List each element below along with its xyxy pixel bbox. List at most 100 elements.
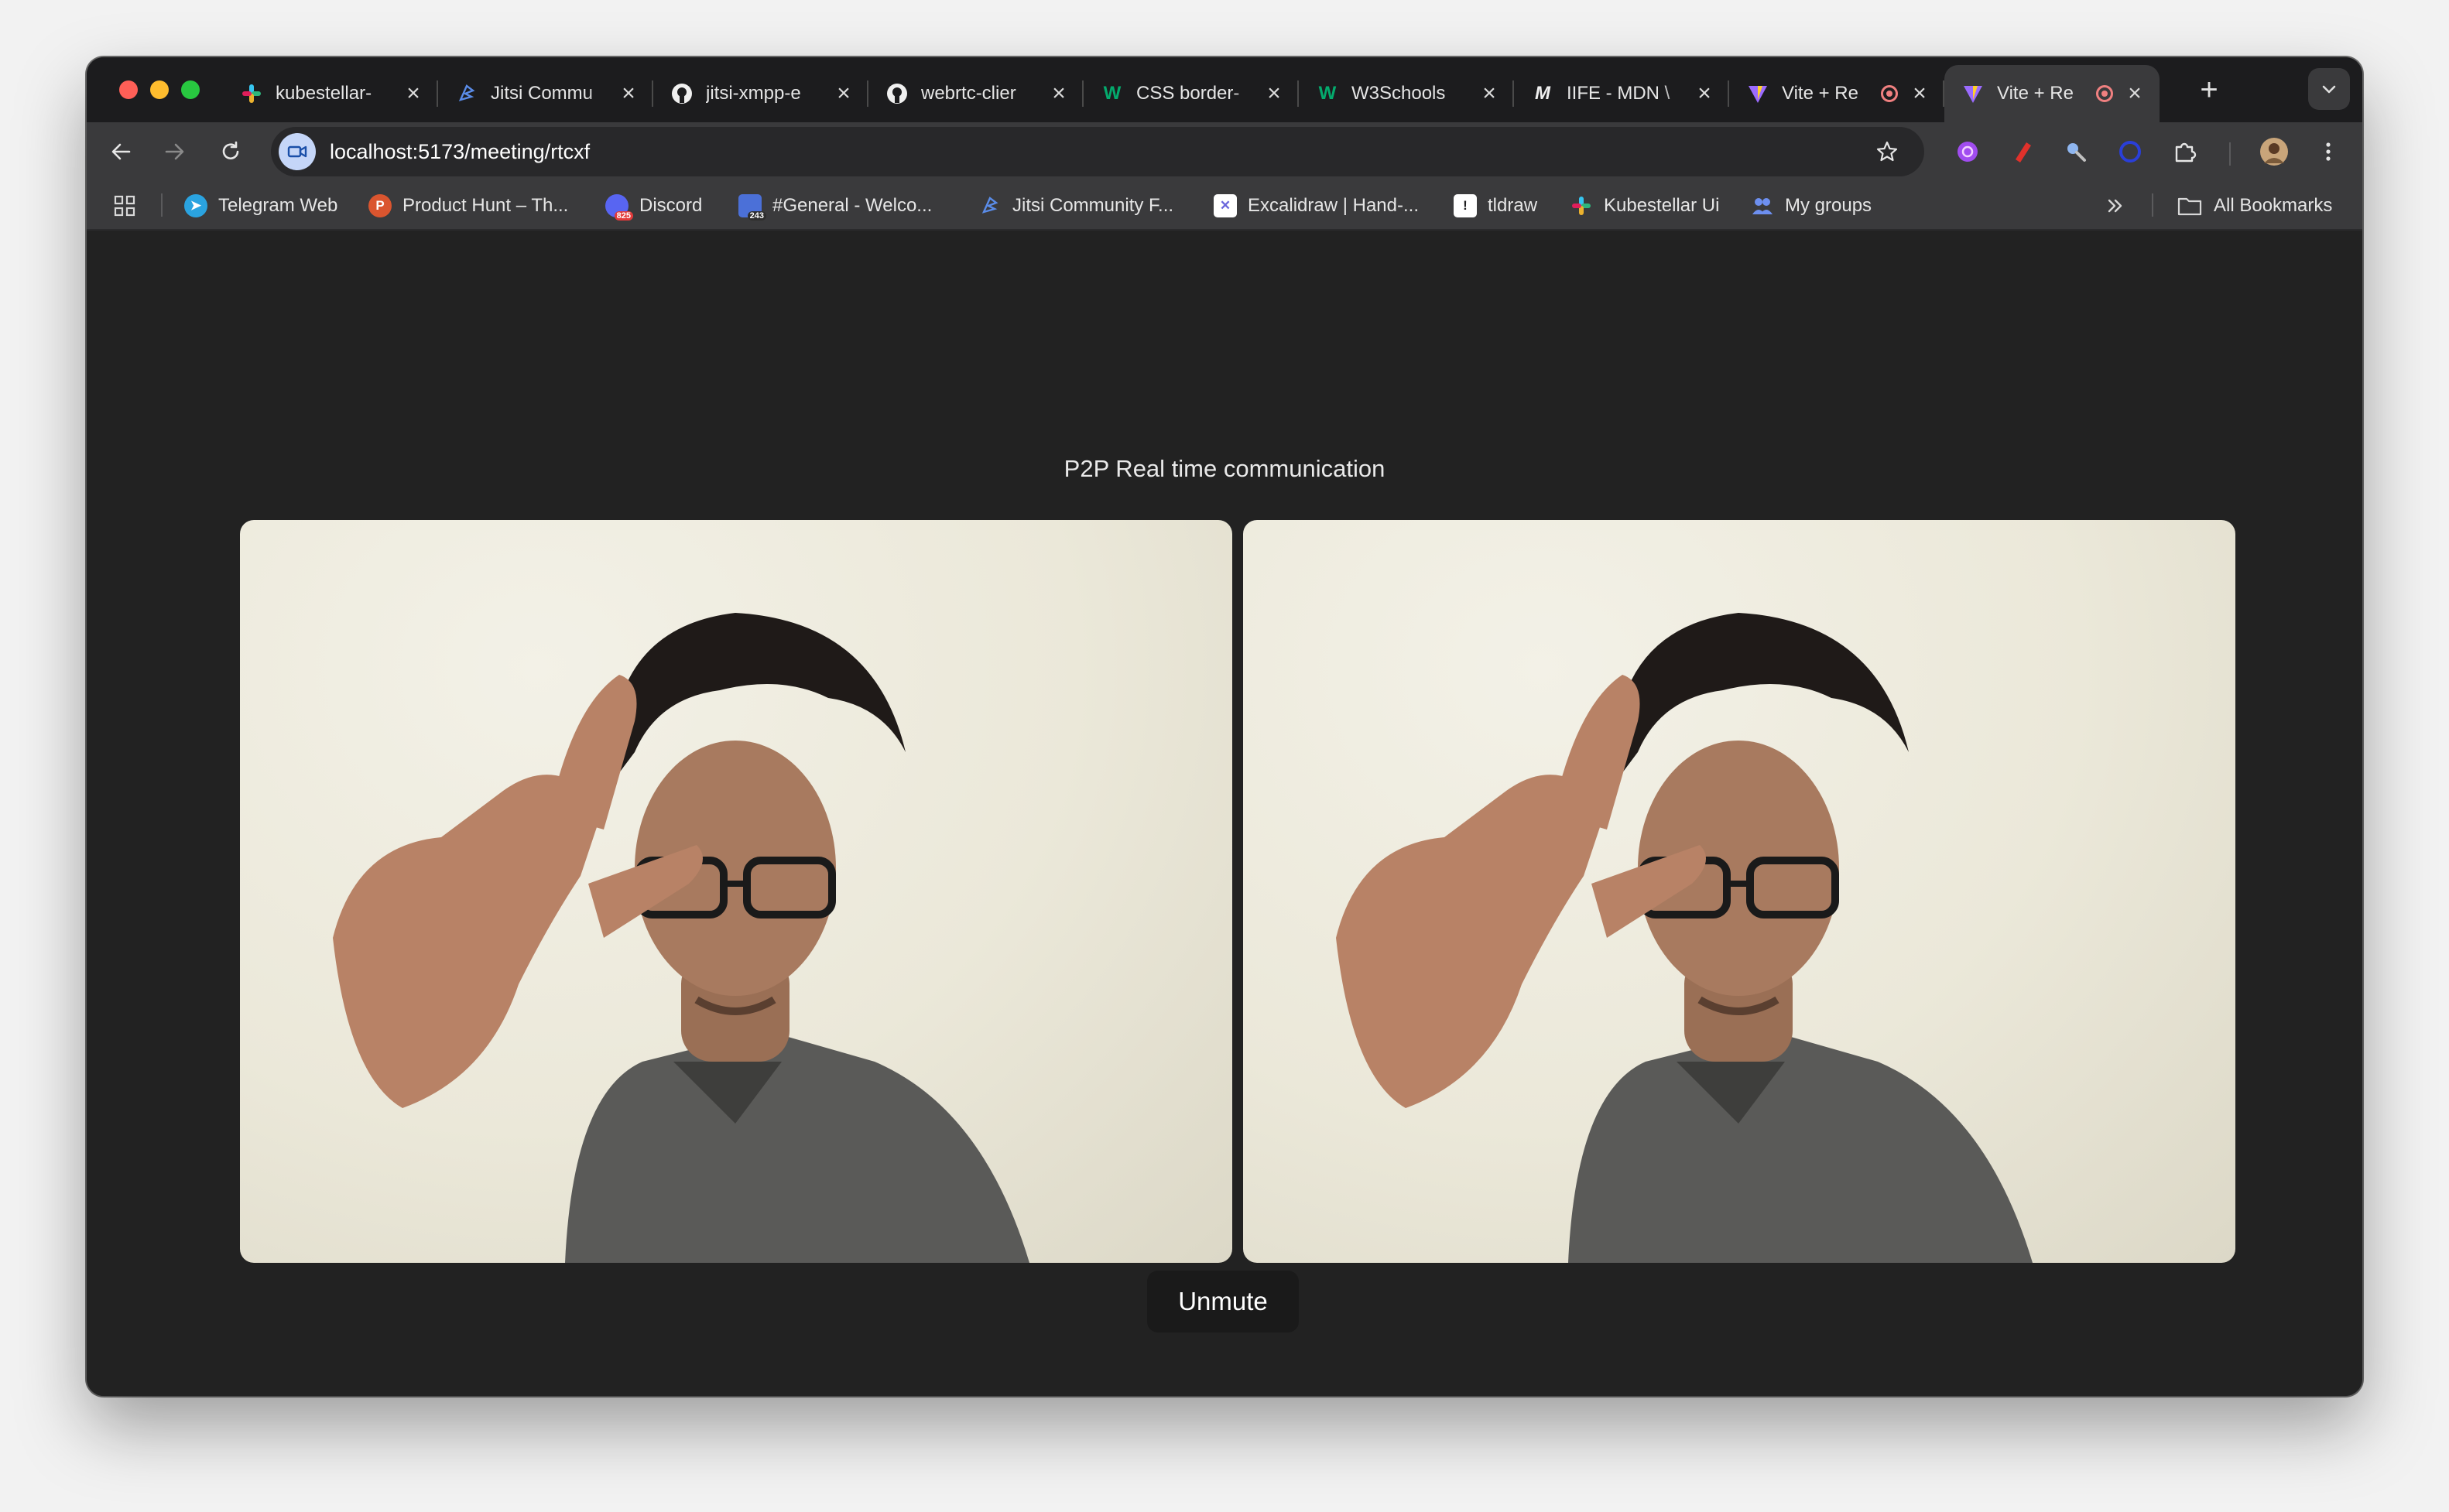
new-tab-button[interactable]: + (2194, 74, 2225, 105)
toolbar: localhost:5173/meeting/rtcxf (87, 122, 2362, 181)
tab[interactable]: webrtc-clier × (868, 65, 1084, 122)
telegram-icon: ➤ (184, 194, 207, 217)
groups-icon (1751, 194, 1774, 217)
calendar-icon: 243 (738, 194, 766, 221)
page-content: P2P Real time communication Unmute (87, 231, 2362, 1396)
bookmark-discord[interactable]: 825 Discord (605, 190, 702, 221)
more-vertical-icon (2326, 142, 2331, 161)
tab-active[interactable]: Vite + Re × (1944, 65, 2160, 122)
w3schools-icon: W (1318, 83, 1337, 104)
tab-title: jitsi-xmpp-e (706, 83, 801, 104)
bookmark-label: Telegram Web (218, 195, 338, 216)
all-bookmarks-button[interactable]: All Bookmarks (2177, 190, 2332, 221)
tab[interactable]: jitsi-xmpp-e × (653, 65, 868, 122)
site-info-icon[interactable] (279, 133, 316, 170)
slack-icon (240, 82, 263, 105)
close-tab-icon[interactable]: × (618, 80, 639, 106)
bookmark-excalidraw[interactable]: ✕ Excalidraw | Hand-... (1214, 190, 1419, 221)
close-tab-icon[interactable]: × (1263, 80, 1285, 106)
browser-window: kubestellar- × Jitsi Commu × jitsi-xmpp-… (87, 57, 2362, 1396)
page-title: P2P Real time communication (1064, 455, 1385, 482)
remote-video[interactable] (1243, 520, 2235, 1263)
extension-ring-icon[interactable] (2115, 136, 2146, 167)
github-icon (885, 82, 909, 105)
bookmark-kubestellar[interactable]: Kubestellar Ui (1570, 190, 1719, 221)
camera-icon (287, 145, 307, 158)
bookmark-my-groups[interactable]: My groups (1751, 190, 1872, 221)
chevron-double-right-icon (2108, 199, 2122, 213)
tab-title: Vite + Re (1782, 83, 1858, 104)
discord-icon: 825 (605, 194, 633, 221)
close-tab-icon[interactable]: × (1478, 80, 1500, 106)
tab[interactable]: Vite + Re × (1729, 65, 1944, 122)
notification-badge: 825 (614, 211, 633, 221)
bookmark-general[interactable]: 243 #General - Welco... (738, 190, 932, 221)
all-bookmarks-label: All Bookmarks (2214, 195, 2333, 216)
extension-purple-icon[interactable] (1952, 136, 1983, 167)
close-tab-icon[interactable]: × (402, 80, 424, 106)
notification-badge: 243 (747, 211, 766, 221)
bookmark-tldraw[interactable]: ! tldraw (1454, 190, 1537, 221)
tab-search-button[interactable] (2308, 68, 2350, 110)
chevron-down-icon (2322, 85, 2336, 94)
close-tab-icon[interactable]: × (1909, 80, 1930, 106)
bookmark-label: My groups (1785, 195, 1872, 216)
excalidraw-icon: ✕ (1214, 194, 1237, 217)
close-tab-icon[interactable]: × (833, 80, 855, 106)
tldraw-icon: ! (1454, 194, 1477, 217)
tab-title: W3Schools (1351, 83, 1446, 104)
back-button[interactable] (104, 135, 138, 169)
bookmark-star-button[interactable] (1872, 136, 1903, 167)
bookmark-jitsi[interactable]: Jitsi Community F... (978, 190, 1173, 221)
tab-title: webrtc-clier (921, 83, 1016, 104)
recording-icon (1881, 85, 1898, 102)
folder-icon (2177, 197, 2202, 216)
forward-button[interactable] (158, 135, 192, 169)
video-frame (1336, 613, 2033, 1263)
tab[interactable]: W CSS border- × (1084, 65, 1299, 122)
jitsi-icon (978, 194, 1002, 217)
bookmark-label: Jitsi Community F... (1012, 195, 1174, 216)
mdn-icon: M (1535, 83, 1550, 104)
unmute-button[interactable]: Unmute (1147, 1271, 1299, 1332)
reload-icon (222, 141, 239, 159)
bookmark-label: Discord (639, 195, 703, 216)
more-bookmarks-button[interactable] (2104, 190, 2127, 221)
tab-title: Jitsi Commu (491, 83, 594, 104)
product-hunt-icon: P (368, 194, 392, 217)
star-icon (1876, 141, 1898, 162)
video-frame (333, 613, 1029, 1263)
bookmark-telegram[interactable]: ➤ Telegram Web (184, 190, 337, 221)
menu-button[interactable] (2313, 136, 2344, 167)
maximize-window-button[interactable] (181, 80, 200, 99)
address-bar[interactable]: localhost:5173/meeting/rtcxf (271, 127, 1924, 176)
bookmark-label: Kubestellar Ui (1604, 195, 1720, 216)
arrow-right-icon (165, 143, 184, 160)
arrow-left-icon (111, 143, 131, 160)
minimize-window-button[interactable] (150, 80, 169, 99)
tab[interactable]: M IIFE - MDN \ × (1514, 65, 1729, 122)
reload-button[interactable] (214, 135, 248, 169)
bookmark-label: tldraw (1488, 195, 1538, 216)
bookmark-product-hunt[interactable]: P Product Hunt – Th... (368, 190, 568, 221)
url-text[interactable]: localhost:5173/meeting/rtcxf (330, 140, 1872, 164)
extensions-puzzle-icon[interactable] (2169, 136, 2200, 167)
local-video[interactable] (240, 520, 1232, 1263)
close-tab-icon[interactable]: × (1694, 80, 1715, 106)
close-tab-icon[interactable]: × (1048, 80, 1070, 106)
close-tab-icon[interactable]: × (2124, 80, 2146, 106)
bookmark-label: Product Hunt – Th... (402, 195, 569, 216)
vite-icon (1961, 82, 1985, 105)
tab-title: IIFE - MDN \ (1567, 83, 1670, 104)
bookmarks-bar: ➤ Telegram Web P Product Hunt – Th... 82… (87, 181, 2362, 231)
tab-title: kubestellar- (276, 83, 372, 104)
extension-magnifier-icon[interactable] (2060, 136, 2091, 167)
close-window-button[interactable] (119, 80, 138, 99)
tab[interactable]: W W3Schools × (1299, 65, 1514, 122)
tab[interactable]: Jitsi Commu × (438, 65, 653, 122)
extension-marker-icon[interactable] (2006, 136, 2037, 167)
tab[interactable]: kubestellar- × (223, 65, 438, 122)
apps-button[interactable] (113, 190, 136, 221)
profile-avatar[interactable] (2259, 136, 2290, 167)
vite-icon (1746, 82, 1769, 105)
